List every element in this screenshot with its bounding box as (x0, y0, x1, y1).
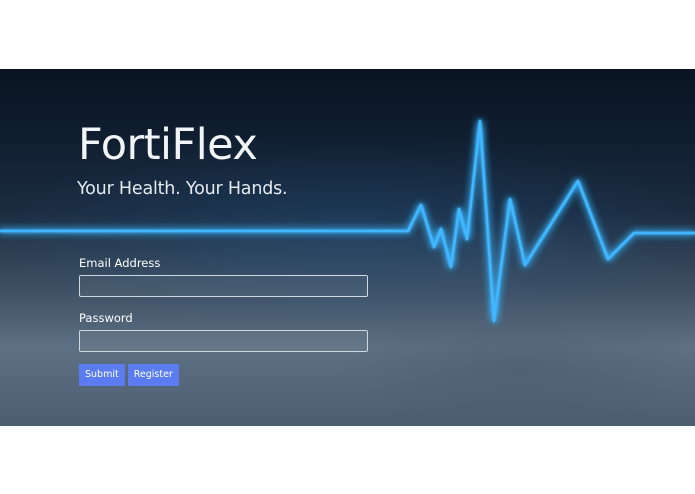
password-label: Password (79, 311, 133, 325)
email-label: Email Address (79, 256, 161, 270)
brand-title: FortiFlex (78, 120, 258, 170)
landing-page: FortiFlex Your Health. Your Hands. Email… (0, 0, 695, 494)
password-field[interactable] (79, 330, 368, 352)
login-form: Email Address Password Submit Register (79, 256, 371, 386)
email-field[interactable] (79, 275, 368, 297)
form-actions: Submit Register (79, 364, 371, 386)
brand-tagline: Your Health. Your Hands. (77, 179, 288, 199)
register-button[interactable]: Register (127, 364, 179, 386)
submit-button[interactable]: Submit (79, 364, 125, 386)
hero-section: FortiFlex Your Health. Your Hands. Email… (0, 69, 695, 426)
